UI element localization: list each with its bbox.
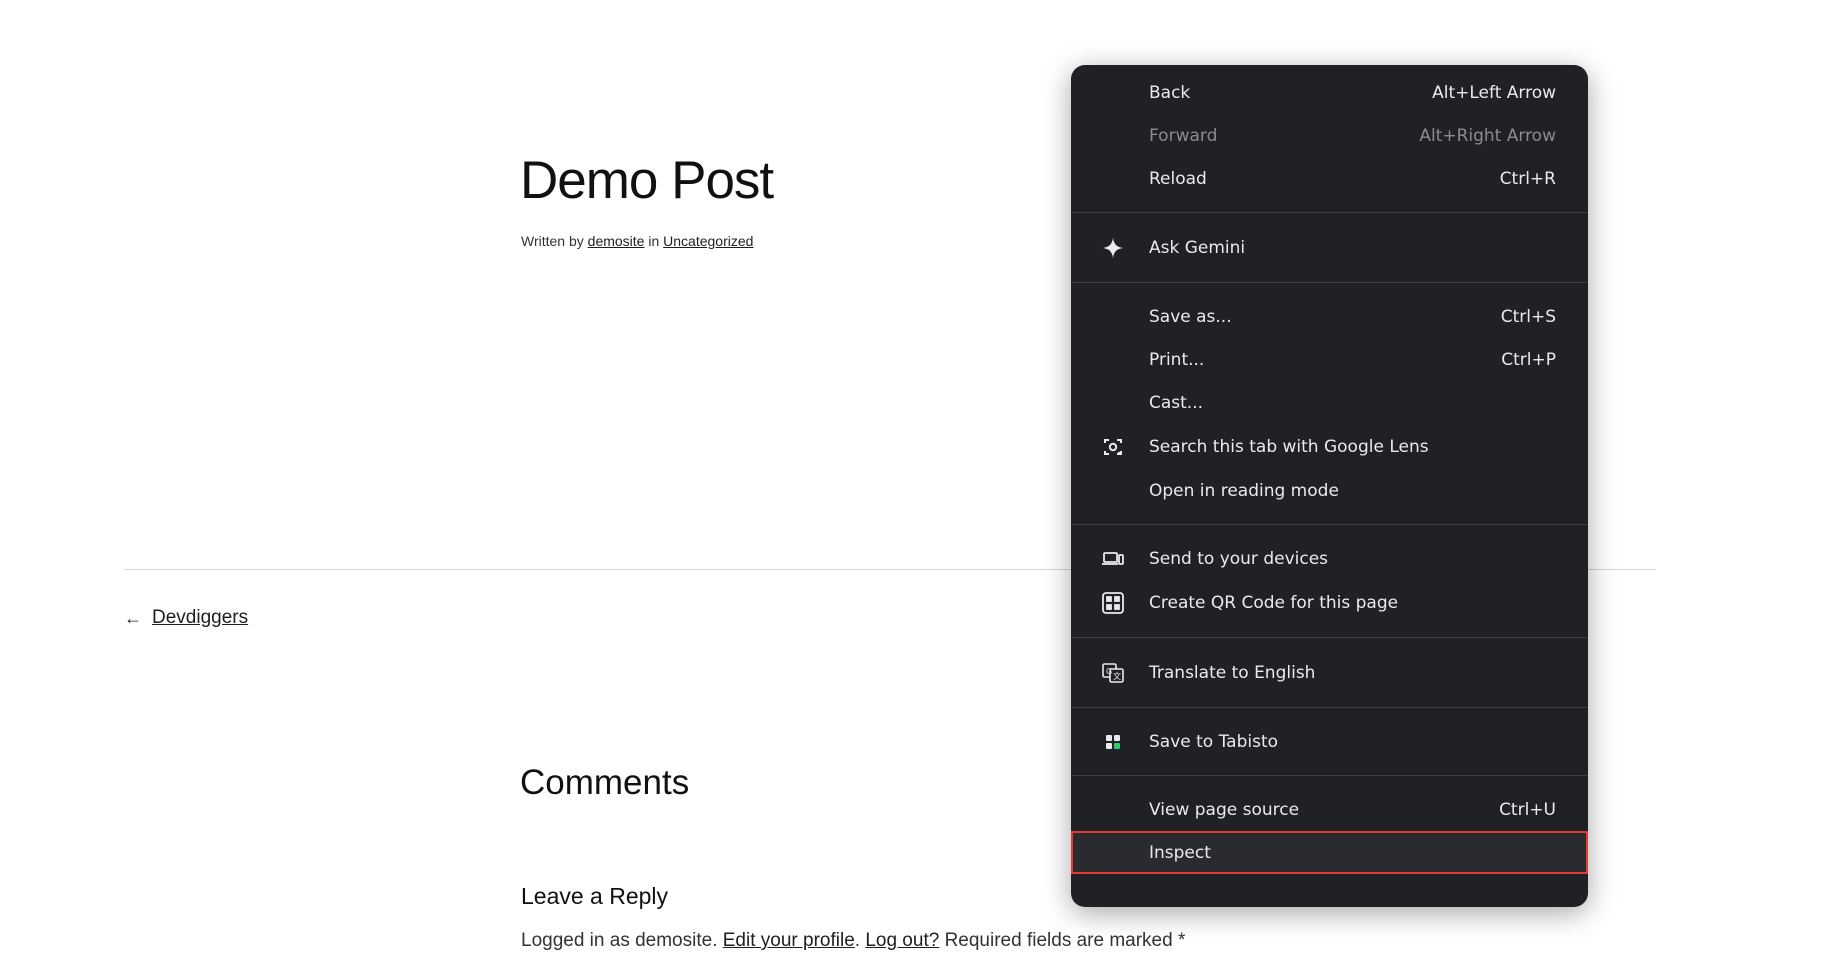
previous-post-link[interactable]: ← Devdiggers: [124, 607, 248, 629]
left-arrow-icon: ←: [124, 607, 142, 628]
menu-item-back[interactable]: Back Alt+Left Arrow: [1071, 71, 1588, 114]
menu-item-google-lens[interactable]: Search this tab with Google Lens: [1071, 424, 1588, 469]
menu-separator: [1071, 775, 1588, 776]
devices-icon: [1101, 547, 1125, 571]
menu-separator: [1071, 707, 1588, 708]
menu-item-label: Search this tab with Google Lens: [1149, 436, 1429, 457]
edit-profile-link[interactable]: Edit your profile: [723, 930, 855, 951]
meta-written-by: Written by: [521, 233, 584, 249]
svg-text:G: G: [1106, 667, 1112, 676]
menu-item-qr-code[interactable]: Create QR Code for this page: [1071, 580, 1588, 625]
lens-icon: [1101, 435, 1125, 459]
qr-code-icon: [1101, 591, 1125, 615]
context-menu: Back Alt+Left Arrow Forward Alt+Right Ar…: [1071, 65, 1588, 907]
menu-item-cast[interactable]: Cast...: [1071, 381, 1588, 424]
menu-item-inspect[interactable]: Inspect: [1071, 831, 1588, 874]
menu-item-view-source[interactable]: View page source Ctrl+U: [1071, 788, 1588, 831]
menu-item-label: Reload: [1149, 168, 1207, 189]
menu-item-label: View page source: [1149, 799, 1300, 820]
logged-in-notice: Logged in as demosite. Edit your profile…: [521, 930, 1186, 951]
menu-item-label: Inspect: [1149, 842, 1211, 863]
menu-item-save-as[interactable]: Save as... Ctrl+S: [1071, 295, 1588, 338]
menu-item-label: Print...: [1149, 349, 1205, 370]
menu-item-label: Save as...: [1149, 306, 1232, 327]
menu-item-label: Cast...: [1149, 392, 1204, 413]
menu-separator: [1071, 637, 1588, 638]
menu-item-label: Send to your devices: [1149, 548, 1329, 569]
menu-item-shortcut: Ctrl+R: [1499, 168, 1556, 189]
post-title: Demo Post: [520, 151, 774, 210]
menu-item-label: Forward: [1149, 125, 1218, 146]
menu-item-shortcut: Alt+Right Arrow: [1419, 125, 1556, 146]
reply-title: Leave a Reply: [521, 883, 669, 909]
menu-item-label: Save to Tabisto: [1149, 731, 1279, 752]
menu-item-tabisto[interactable]: Save to Tabisto: [1071, 720, 1588, 763]
tabisto-icon: [1101, 730, 1125, 754]
menu-item-shortcut: Ctrl+P: [1501, 349, 1556, 370]
menu-item-ask-gemini[interactable]: Ask Gemini: [1071, 225, 1588, 270]
menu-item-print[interactable]: Print... Ctrl+P: [1071, 338, 1588, 381]
menu-item-shortcut: Ctrl+U: [1499, 799, 1556, 820]
menu-item-label: Open in reading mode: [1149, 480, 1339, 501]
comments-title: Comments: [520, 763, 690, 802]
menu-item-translate[interactable]: G 文 Translate to English: [1071, 650, 1588, 695]
logged-in-text: Logged in as demosite.: [521, 930, 718, 951]
translate-icon: G 文: [1101, 661, 1125, 685]
menu-item-label: Translate to English: [1149, 662, 1316, 683]
previous-post-label[interactable]: Devdiggers: [152, 607, 248, 629]
author-link[interactable]: demosite: [588, 233, 645, 249]
required-fields-text: Required fields are marked *: [944, 930, 1186, 951]
menu-item-label: Back: [1149, 82, 1191, 103]
menu-separator: [1071, 212, 1588, 213]
post-meta: Written by demosite in Uncategorized: [521, 233, 753, 249]
menu-item-reading-mode[interactable]: Open in reading mode: [1071, 469, 1588, 512]
menu-item-send-devices[interactable]: Send to your devices: [1071, 537, 1588, 580]
menu-item-label: Ask Gemini: [1149, 237, 1246, 258]
menu-item-shortcut: Alt+Left Arrow: [1432, 82, 1556, 103]
menu-separator: [1071, 282, 1588, 283]
menu-item-reload[interactable]: Reload Ctrl+R: [1071, 157, 1588, 200]
category-link[interactable]: Uncategorized: [663, 233, 753, 249]
menu-item-forward[interactable]: Forward Alt+Right Arrow: [1071, 114, 1588, 157]
svg-text:文: 文: [1113, 671, 1121, 681]
meta-in: in: [648, 233, 660, 249]
log-out-link[interactable]: Log out?: [865, 930, 939, 951]
menu-item-label: Create QR Code for this page: [1149, 592, 1399, 613]
sparkle-icon: [1101, 236, 1125, 260]
menu-item-shortcut: Ctrl+S: [1500, 306, 1556, 327]
menu-separator: [1071, 524, 1588, 525]
